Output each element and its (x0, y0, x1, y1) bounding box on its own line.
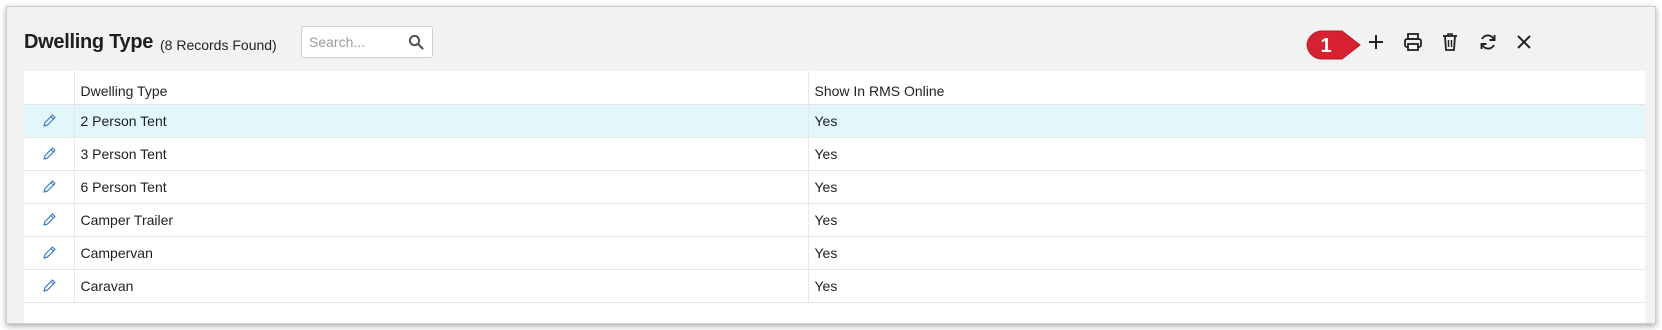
print-button[interactable] (1400, 29, 1426, 55)
show-online-cell: Yes (808, 137, 1645, 171)
refresh-button[interactable] (1475, 29, 1501, 55)
search-input[interactable] (302, 27, 402, 57)
search-box[interactable] (301, 26, 433, 58)
pencil-icon[interactable] (41, 278, 57, 294)
dwelling-type-table: Dwelling Type Show In RMS Online 2 Perso… (24, 71, 1645, 303)
edit-cell[interactable] (24, 137, 75, 171)
plus-icon (1369, 35, 1383, 49)
trash-icon (1443, 33, 1457, 51)
column-header-show-in-rms-online[interactable]: Show In RMS Online (808, 71, 1645, 105)
dwelling-type-cell: 3 Person Tent (74, 137, 809, 171)
delete-button[interactable] (1437, 29, 1463, 55)
table-row[interactable]: Caravan Yes (24, 269, 1645, 303)
print-icon (1404, 33, 1422, 51)
column-header-dwelling-type[interactable]: Dwelling Type (74, 71, 809, 105)
table-row[interactable]: Camper Trailer Yes (24, 203, 1645, 237)
pencil-icon[interactable] (41, 146, 57, 162)
table-header-row: Dwelling Type Show In RMS Online (24, 71, 1645, 105)
edit-cell[interactable] (24, 104, 75, 138)
table-row[interactable]: Campervan Yes (24, 236, 1645, 270)
dwelling-type-cell: Campervan (74, 236, 809, 270)
edit-cell[interactable] (24, 170, 75, 204)
refresh-icon (1480, 34, 1496, 50)
show-online-cell: Yes (808, 170, 1645, 204)
add-button[interactable] (1363, 29, 1389, 55)
show-online-cell: Yes (808, 203, 1645, 237)
pencil-icon[interactable] (41, 179, 57, 195)
dwelling-type-cell: Camper Trailer (74, 203, 809, 237)
callout-number: 1 (1320, 35, 1332, 57)
close-icon (1517, 35, 1531, 49)
search-icon[interactable] (408, 34, 424, 50)
dwelling-type-cell: Caravan (74, 269, 809, 303)
pencil-icon[interactable] (41, 245, 57, 261)
dwelling-type-cell: 6 Person Tent (74, 170, 809, 204)
callout-badge: 1 (1303, 27, 1365, 67)
edit-column-header (24, 71, 75, 105)
edit-cell[interactable] (24, 203, 75, 237)
table-row[interactable]: 6 Person Tent Yes (24, 170, 1645, 204)
pencil-icon[interactable] (41, 113, 57, 129)
pencil-icon[interactable] (41, 212, 57, 228)
edit-cell[interactable] (24, 236, 75, 270)
show-online-cell: Yes (808, 236, 1645, 270)
close-button[interactable] (1511, 29, 1537, 55)
show-online-cell: Yes (808, 104, 1645, 138)
record-count: (8 Records Found) (160, 37, 277, 53)
table-row[interactable]: 2 Person Tent Yes (24, 104, 1645, 138)
edit-cell[interactable] (24, 269, 75, 303)
show-online-cell: Yes (808, 269, 1645, 303)
dwelling-type-window: Dwelling Type (8 Records Found) 1 (6, 6, 1656, 324)
table-row[interactable]: 3 Person Tent Yes (24, 137, 1645, 171)
page-title: Dwelling Type (24, 31, 154, 53)
data-grid: Dwelling Type Show In RMS Online 2 Perso… (24, 71, 1645, 323)
dwelling-type-cell: 2 Person Tent (74, 104, 809, 138)
